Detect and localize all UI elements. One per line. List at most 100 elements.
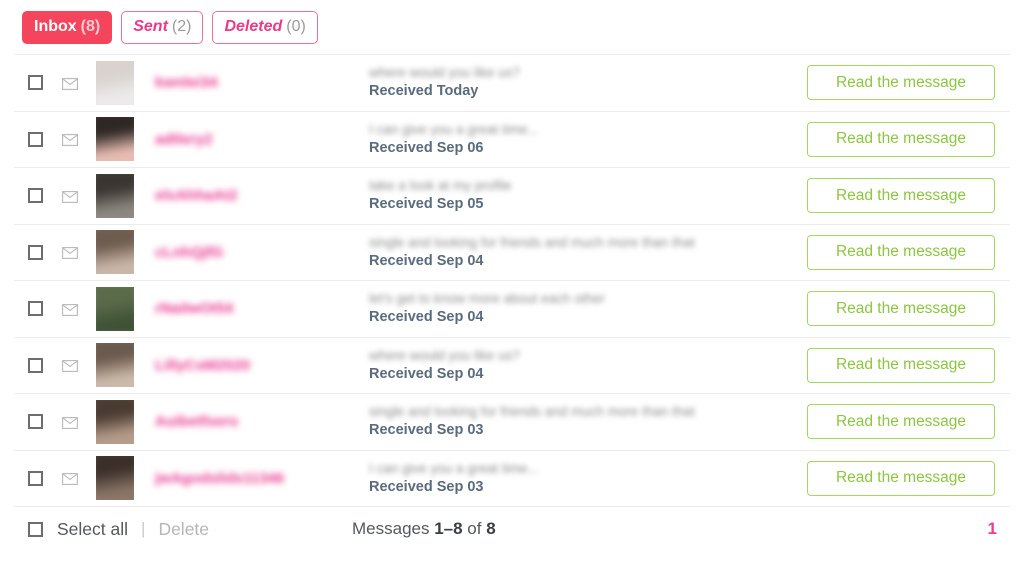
read-message-button[interactable]: Read the message xyxy=(807,404,995,440)
counts-range: 1–8 xyxy=(434,519,463,538)
select-all-label[interactable]: Select all xyxy=(57,519,128,540)
avatar-thumbnail xyxy=(96,456,134,501)
message-received-date: Received Sep 04 xyxy=(369,252,484,269)
message-preview: I can give you a great time... xyxy=(369,460,539,476)
counts-prefix: Messages xyxy=(352,519,435,538)
tab-deleted[interactable]: Deleted (0) xyxy=(212,10,318,44)
read-message-button[interactable]: Read the message xyxy=(807,65,995,101)
message-preview: where would you like us? xyxy=(369,347,520,363)
message-preview: take a look at my profile xyxy=(369,178,512,194)
message-list: kwnlei34 where would you like us? Received… xyxy=(14,54,1010,507)
select-all-checkbox[interactable] xyxy=(28,521,43,537)
read-message-button[interactable]: Read the message xyxy=(807,460,995,496)
read-message-button[interactable]: Read the message xyxy=(807,121,995,157)
avatar[interactable] xyxy=(96,173,134,218)
message-row: Auibetfsero single and looking for friend… xyxy=(14,394,1010,451)
sender-username[interactable]: kwnlei34 xyxy=(155,74,355,91)
read-message-button[interactable]: Read the message xyxy=(807,291,995,327)
message-row: kwnlei34 where would you like us? Received… xyxy=(14,55,1010,112)
avatar[interactable] xyxy=(96,230,134,275)
message-preview: single and looking for friends and much … xyxy=(369,404,695,420)
message-summary: I can give you a great time... Received S… xyxy=(369,122,807,157)
message-received-date: Received Sep 05 xyxy=(369,196,484,213)
sender-username[interactable]: LillyCsM2020 xyxy=(155,357,355,374)
avatar-thumbnail xyxy=(96,60,134,105)
envelope-icon xyxy=(62,246,78,260)
mailbox-tabs: Inbox (8) Sent (2) Deleted (0) xyxy=(0,0,1024,54)
avatar-thumbnail xyxy=(96,230,134,275)
sender-username[interactable]: rNaiIwOt54 xyxy=(155,300,355,317)
pagination-page-1[interactable]: 1 xyxy=(988,519,997,539)
message-summary: take a look at my profile Received Sep 05 xyxy=(369,178,807,213)
avatar[interactable] xyxy=(96,456,134,501)
message-summary: single and looking for friends and much … xyxy=(369,235,807,270)
message-summary: where would you like us? Received Sep 04 xyxy=(369,348,807,383)
message-received-date: Received Sep 03 xyxy=(369,422,484,439)
read-message-button[interactable]: Read the message xyxy=(807,178,995,214)
message-summary: I can give you a great time... Received S… xyxy=(369,461,807,496)
message-summary: let's get to know more about each other R… xyxy=(369,291,807,326)
message-received-date: Received Sep 04 xyxy=(369,309,484,326)
sender-username[interactable]: cLnhQjfG xyxy=(155,244,355,261)
message-checkbox[interactable] xyxy=(28,414,43,430)
envelope-icon xyxy=(62,303,78,316)
message-summary: single and looking for friends and much … xyxy=(369,404,807,439)
sender-username[interactable]: jwAgodslids11346 xyxy=(155,470,355,487)
message-checkbox[interactable] xyxy=(28,131,43,147)
avatar-thumbnail xyxy=(96,117,134,162)
message-checkbox[interactable] xyxy=(28,75,43,91)
counts-total: 8 xyxy=(486,519,496,538)
message-row: jwAgodslids11346 I can give you a great t… xyxy=(14,451,1010,507)
tab-deleted-label: Deleted xyxy=(224,17,283,35)
tab-inbox-count: (8) xyxy=(80,17,101,35)
inbox-page: Inbox (8) Sent (2) Deleted (0) kwnlei34 where … xyxy=(0,0,1024,576)
message-checkbox[interactable] xyxy=(28,188,43,204)
message-checkbox[interactable] xyxy=(28,244,43,260)
message-preview: single and looking for friends and much … xyxy=(369,234,695,250)
avatar-thumbnail xyxy=(96,173,134,218)
message-received-date: Received Sep 06 xyxy=(369,139,484,156)
message-received-date: Received Today xyxy=(369,83,479,100)
avatar-thumbnail xyxy=(96,399,134,444)
message-preview: where would you like us? xyxy=(369,65,520,81)
message-row: elxAhhaAt2 take a look at my profile Recei… xyxy=(14,168,1010,225)
tab-inbox[interactable]: Inbox (8) xyxy=(22,10,113,44)
tab-sent-label: Sent xyxy=(133,17,168,35)
envelope-icon xyxy=(62,77,78,90)
read-message-button[interactable]: Read the message xyxy=(807,234,995,270)
tab-deleted-count: (0) xyxy=(286,17,306,35)
message-preview: I can give you a great time... xyxy=(369,121,539,137)
avatar[interactable] xyxy=(96,343,134,388)
message-row: rNaiIwOt54 let's get to know more about e… xyxy=(14,281,1010,338)
counts-middle: of xyxy=(462,519,487,538)
message-row: cLnhQjfG single and looking for friends a… xyxy=(14,225,1010,281)
avatar[interactable] xyxy=(96,117,134,162)
avatar[interactable] xyxy=(96,286,134,331)
message-row: LillyCsM2020 where would you like us? Rece… xyxy=(14,338,1010,394)
envelope-icon xyxy=(62,359,78,373)
envelope-icon xyxy=(62,416,78,429)
avatar[interactable] xyxy=(96,60,134,105)
list-footer: Select all | Delete Messages 1–8 of 8 1 xyxy=(14,507,1010,551)
message-checkbox[interactable] xyxy=(28,470,43,486)
message-preview: let's get to know more about each other xyxy=(369,291,605,307)
sender-username[interactable]: Auibetfsero xyxy=(155,413,355,430)
message-counts: Messages 1–8 of 8 xyxy=(352,519,496,539)
message-row: adtlery2 I can give you a great time... Re… xyxy=(14,112,1010,168)
read-message-button[interactable]: Read the message xyxy=(807,347,995,383)
message-received-date: Received Sep 04 xyxy=(369,365,484,382)
message-checkbox[interactable] xyxy=(28,301,43,317)
tab-inbox-label: Inbox xyxy=(34,17,77,35)
delete-button[interactable]: Delete xyxy=(158,519,209,540)
avatar[interactable] xyxy=(96,399,134,444)
footer-separator: | xyxy=(141,519,146,538)
tab-sent[interactable]: Sent (2) xyxy=(121,10,204,44)
sender-username[interactable]: elxAhhaAt2 xyxy=(155,187,355,204)
message-summary: where would you like us? Received Today xyxy=(369,65,807,100)
sender-username[interactable]: adtlery2 xyxy=(155,131,355,148)
envelope-icon xyxy=(62,133,78,147)
avatar-thumbnail xyxy=(96,343,134,388)
tab-sent-count: (2) xyxy=(171,17,192,35)
message-checkbox[interactable] xyxy=(28,357,43,373)
message-received-date: Received Sep 03 xyxy=(369,478,484,495)
